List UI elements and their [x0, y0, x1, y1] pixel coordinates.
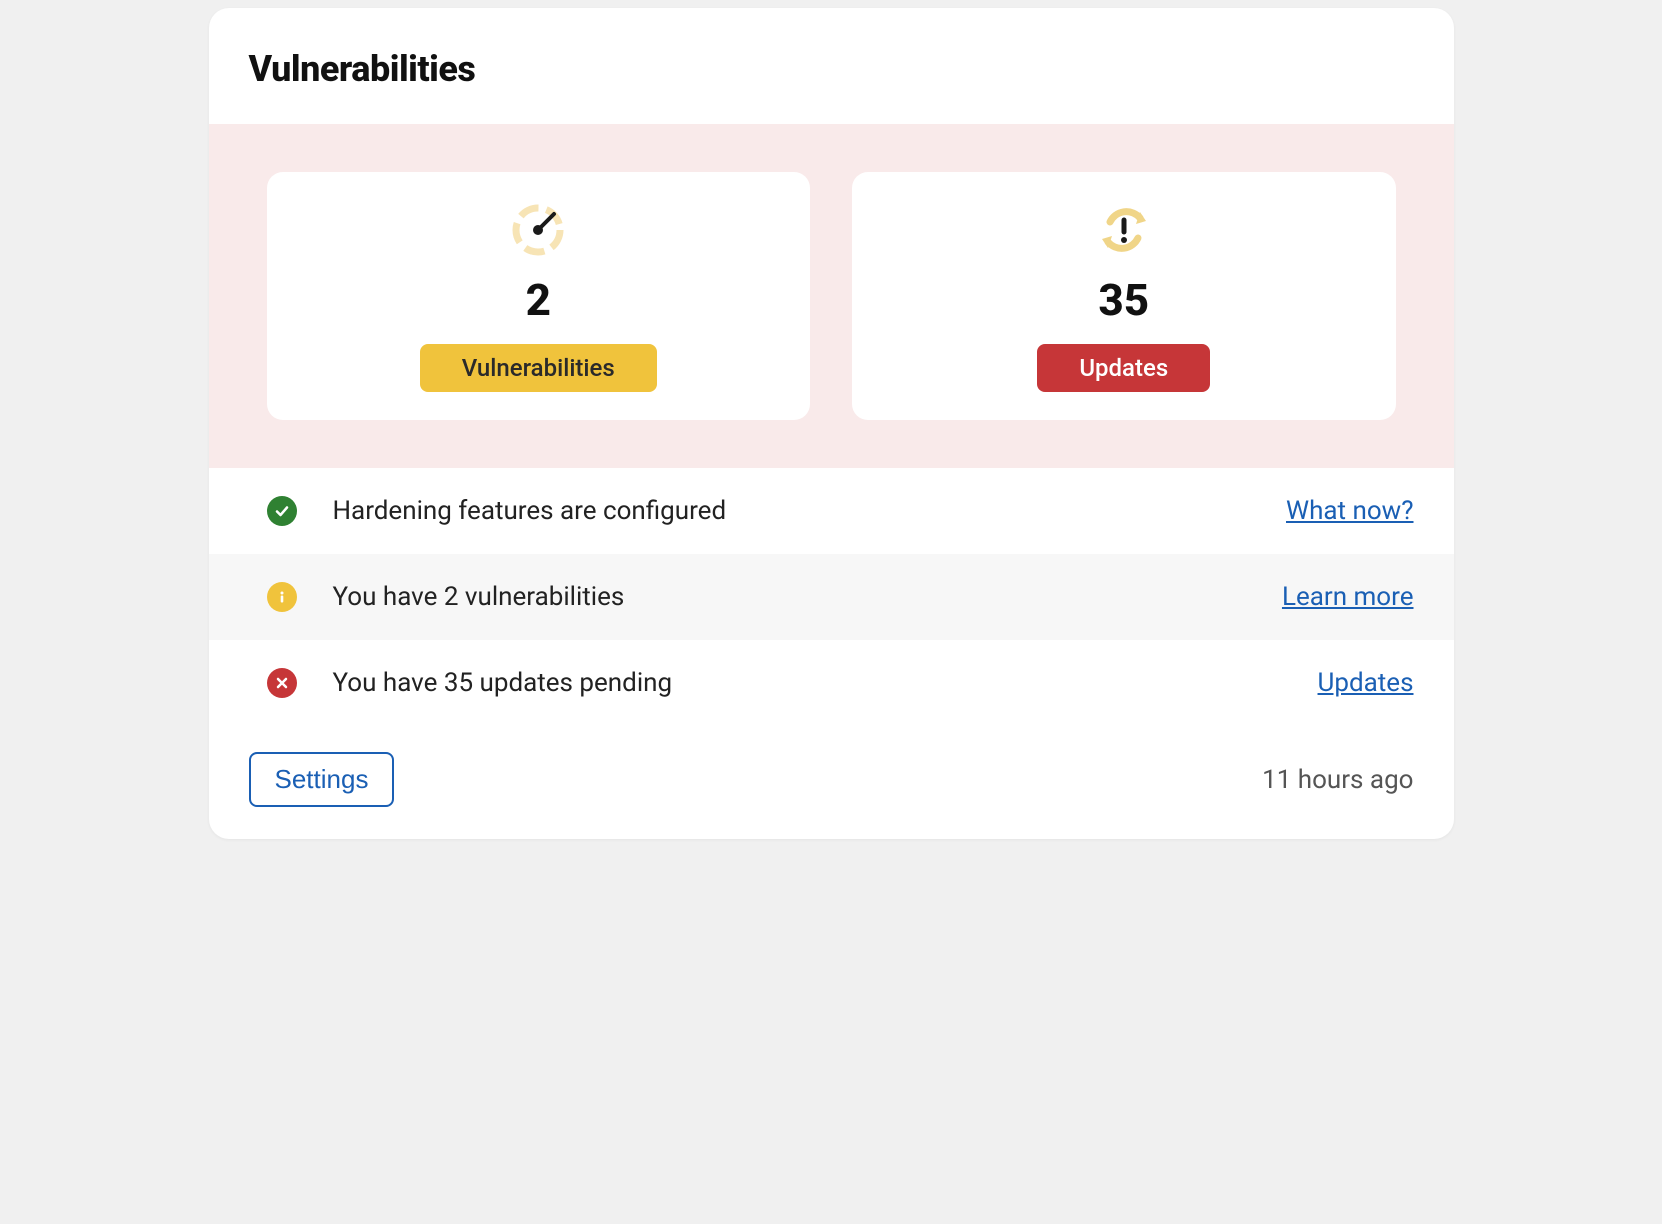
status-row: You have 35 updates pending Updates — [209, 640, 1454, 726]
stat-card-updates[interactable]: 35 Updates — [852, 172, 1396, 420]
vulnerabilities-label: Vulnerabilities — [420, 344, 657, 392]
what-now-link[interactable]: What now? — [1286, 496, 1414, 526]
card-title: Vulnerabilities — [249, 48, 1414, 90]
stat-card-vulnerabilities[interactable]: 2 Vulnerabilities — [267, 172, 811, 420]
card-header: Vulnerabilities — [209, 8, 1454, 124]
stats-band: 2 Vulnerabilities 35 Updates — [209, 124, 1454, 468]
check-icon — [267, 496, 297, 526]
status-row: Hardening features are configured What n… — [209, 468, 1454, 554]
status-text: You have 2 vulnerabilities — [333, 582, 1282, 612]
settings-button[interactable]: Settings — [249, 752, 395, 807]
info-icon — [267, 582, 297, 612]
vulnerabilities-card: Vulnerabilities 2 Vulnerabilities — [209, 8, 1454, 839]
status-text: You have 35 updates pending — [333, 668, 1318, 698]
status-row: You have 2 vulnerabilities Learn more — [209, 554, 1454, 640]
close-icon — [267, 668, 297, 698]
learn-more-link[interactable]: Learn more — [1282, 582, 1414, 612]
updates-count: 35 — [872, 274, 1376, 326]
updates-label: Updates — [1037, 344, 1210, 392]
updates-link[interactable]: Updates — [1318, 668, 1414, 698]
card-footer: Settings 11 hours ago — [209, 726, 1454, 839]
status-text: Hardening features are configured — [333, 496, 1287, 526]
gauge-icon — [287, 200, 791, 260]
timestamp: 11 hours ago — [1262, 765, 1413, 795]
sync-alert-icon — [872, 200, 1376, 260]
status-rows: Hardening features are configured What n… — [209, 468, 1454, 726]
vulnerabilities-count: 2 — [287, 274, 791, 326]
